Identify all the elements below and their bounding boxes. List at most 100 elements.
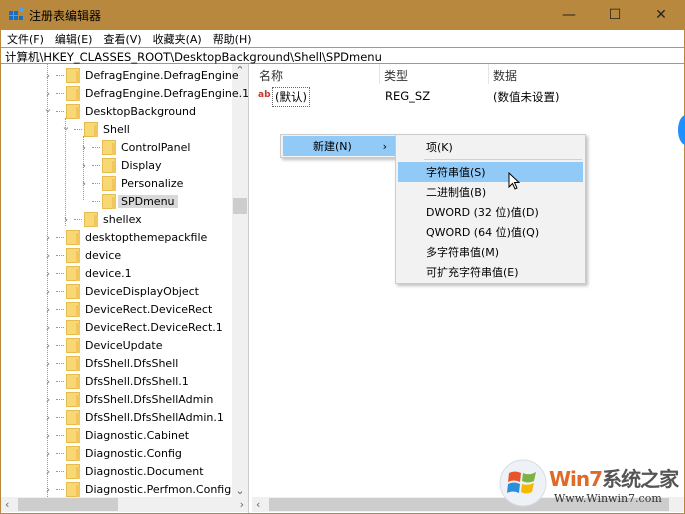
column-header-type[interactable]: 类型: [384, 67, 408, 84]
tree-connector: [92, 146, 100, 148]
submenu-item[interactable]: DWORD (32 位)值(D): [398, 202, 583, 222]
chevron-down-icon[interactable]: ⌄: [42, 102, 54, 115]
chevron-right-icon[interactable]: ›: [42, 339, 54, 352]
folder-icon: [66, 265, 80, 281]
address-bar[interactable]: 计算机\HKEY_CLASSES_ROOT\DesktopBackground\…: [1, 47, 684, 64]
menu-file[interactable]: 文件(F): [1, 30, 49, 47]
menu-view[interactable]: 查看(V): [97, 30, 146, 47]
close-icon: ✕: [655, 7, 667, 23]
submenu-item[interactable]: 项(K): [398, 137, 583, 157]
watermark-text: Win7系统之家: [549, 467, 679, 491]
tree-item[interactable]: › ControlPanel: [78, 138, 190, 156]
chevron-right-icon[interactable]: ›: [42, 357, 54, 370]
tree-item-label: Personalize: [121, 176, 184, 190]
chevron-right-icon[interactable]: ›: [42, 267, 54, 280]
tree-connector: [56, 416, 64, 418]
submenu-item[interactable]: 字符串值(S): [398, 162, 583, 182]
chevron-right-icon[interactable]: ›: [42, 285, 54, 298]
chevron-right-icon[interactable]: ›: [42, 375, 54, 388]
tree-item[interactable]: › DfsShell.DfsShellAdmin.1: [42, 408, 224, 426]
tree-item[interactable]: › Personalize: [78, 174, 183, 192]
tree-item[interactable]: ⌄ Shell: [60, 120, 130, 138]
tree-item[interactable]: › DeviceDisplayObject: [42, 282, 199, 300]
chevron-right-icon[interactable]: ›: [42, 465, 54, 478]
tree-item[interactable]: › desktopthemepackfile: [42, 228, 207, 246]
folder-icon: [66, 463, 80, 479]
tree-item[interactable]: › DeviceRect.DeviceRect: [42, 300, 212, 318]
tree-item-label: DesktopBackground: [85, 104, 196, 118]
tree-horizontal-scrollbar[interactable]: ‹ ›: [1, 497, 248, 512]
tree-item[interactable]: › Diagnostic.Cabinet: [42, 426, 189, 444]
chevron-right-icon[interactable]: ›: [42, 429, 54, 442]
menu-edit[interactable]: 编辑(E): [49, 30, 98, 47]
tree-item[interactable]: › Diagnostic.Perfmon.Config: [42, 480, 231, 498]
chevron-right-icon[interactable]: ›: [42, 69, 54, 82]
chevron-right-icon[interactable]: ›: [60, 213, 72, 226]
menu-help[interactable]: 帮助(H): [207, 30, 257, 47]
tree-item-label: Diagnostic.Cabinet: [85, 428, 190, 442]
scrollbar-thumb[interactable]: [18, 498, 118, 511]
scroll-right-icon[interactable]: ›: [240, 498, 244, 511]
tree-item[interactable]: › DeviceUpdate: [42, 336, 162, 354]
submenu-item[interactable]: 二进制值(B): [398, 182, 583, 202]
tree-item[interactable]: › DefragEngine.DefragEngine.1: [42, 84, 248, 102]
chevron-right-icon[interactable]: ›: [42, 321, 54, 334]
tree-connector: [56, 380, 64, 382]
tree-connector: [56, 344, 64, 346]
tree-item[interactable]: › DfsShell.DfsShell.1: [42, 372, 189, 390]
tree-item[interactable]: ⌄ DesktopBackground: [42, 102, 196, 120]
chevron-right-icon[interactable]: ›: [78, 159, 90, 172]
menu-item-new[interactable]: 新建(N) ›: [283, 136, 395, 156]
column-divider[interactable]: [379, 64, 380, 84]
submenu-item[interactable]: 可扩充字符串值(E): [398, 262, 583, 282]
scrollbar-thumb[interactable]: [233, 198, 247, 214]
scroll-left-icon[interactable]: ‹: [256, 498, 260, 511]
value-type: REG_SZ: [385, 89, 431, 103]
chevron-right-icon[interactable]: ›: [42, 231, 54, 244]
tree-item[interactable]: › DeviceRect.DeviceRect.1: [42, 318, 223, 336]
tree-item[interactable]: › device: [42, 246, 121, 264]
tree-vertical-scrollbar[interactable]: ⌃ ⌄: [232, 64, 248, 497]
chevron-right-icon[interactable]: ›: [42, 483, 54, 496]
close-button[interactable]: ✕: [638, 0, 684, 30]
tree-item[interactable]: › shellex: [60, 210, 142, 228]
tree-item-label: DeviceDisplayObject: [85, 284, 199, 298]
chevron-right-icon[interactable]: ›: [42, 87, 54, 100]
menu-favorites[interactable]: 收藏夹(A): [147, 30, 207, 47]
chevron-right-icon[interactable]: ›: [42, 249, 54, 262]
column-header-name[interactable]: 名称: [259, 67, 283, 84]
tree-item[interactable]: SPDmenu: [78, 192, 178, 210]
tree-item-label: DefragEngine.DefragEngine: [85, 68, 239, 82]
maximize-button[interactable]: ☐: [592, 0, 638, 30]
chevron-right-icon[interactable]: ›: [42, 393, 54, 406]
chevron-right-icon[interactable]: ›: [42, 303, 54, 316]
chevron-right-icon[interactable]: ›: [78, 177, 90, 190]
tree-item[interactable]: › Diagnostic.Config: [42, 444, 182, 462]
tree-item[interactable]: › Diagnostic.Document: [42, 462, 204, 480]
tree-item[interactable]: › device.1: [42, 264, 132, 282]
chevron-right-icon[interactable]: ›: [78, 141, 90, 154]
scroll-left-icon[interactable]: ‹: [5, 498, 9, 511]
chevron-right-icon[interactable]: ›: [42, 447, 54, 460]
chevron-down-icon[interactable]: ⌄: [60, 120, 72, 133]
chevron-right-icon[interactable]: ›: [42, 411, 54, 424]
column-divider[interactable]: [488, 64, 489, 84]
tree-connector: [92, 200, 100, 202]
minimize-button[interactable]: —: [546, 0, 592, 30]
key-tree: ⌃ ⌄ ‹ › › DefragEngine.DefragEngine › Defra…: [1, 64, 249, 513]
column-header-data[interactable]: 数据: [493, 67, 517, 84]
tree-connector: [74, 218, 82, 220]
tree-item[interactable]: › DfsShell.DfsShell: [42, 354, 178, 372]
submenu-item[interactable]: QWORD (64 位)值(Q): [398, 222, 583, 242]
watermark-url: Www.Winwin7.com: [554, 492, 662, 505]
tree-item[interactable]: › Display: [78, 156, 162, 174]
submenu-item[interactable]: 多字符串值(M): [398, 242, 583, 262]
tree-item[interactable]: › DfsShell.DfsShellAdmin: [42, 390, 213, 408]
folder-icon: [66, 427, 80, 443]
tree-item[interactable]: › DefragEngine.DefragEngine: [42, 66, 239, 84]
tree-item-label: Diagnostic.Perfmon.Config: [85, 482, 232, 496]
tree-connector: [56, 254, 64, 256]
maximize-icon: ☐: [608, 7, 622, 23]
scroll-down-icon[interactable]: ⌄: [232, 484, 248, 497]
title-bar: 注册表编辑器 — ☐ ✕: [1, 0, 684, 30]
